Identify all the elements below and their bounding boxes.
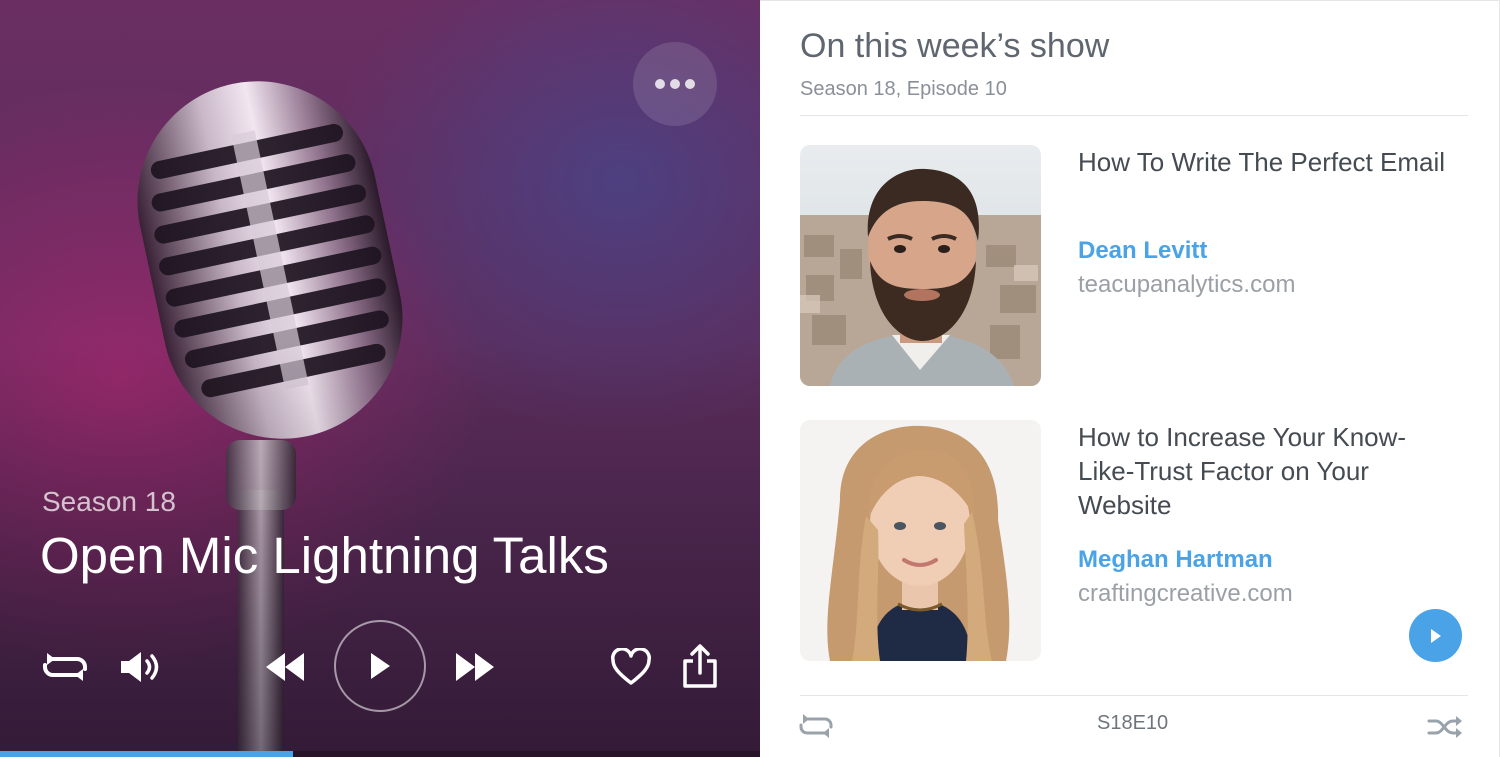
play-episode-button[interactable] (1409, 609, 1462, 662)
guest-name[interactable]: Meghan Hartman (1078, 546, 1273, 574)
more-options-button[interactable] (633, 42, 717, 126)
guest-item[interactable]: How To Write The Perfect Email Dean Levi… (800, 145, 1468, 386)
volume-button[interactable] (118, 645, 164, 689)
play-icon (371, 653, 390, 679)
fast-forward-button[interactable] (452, 645, 498, 689)
now-playing-panel: Season 18 Open Mic Lightning Talks (0, 0, 760, 757)
guest-photo (800, 145, 1041, 386)
talk-title: How To Write The Perfect Email (1078, 147, 1446, 177)
talk-title: How to Increase Your Know-Like-Trust Fac… (1078, 422, 1407, 520)
heart-icon (611, 648, 651, 685)
episode-details-panel: On this week’s show Season 18, Episode 1… (760, 0, 1500, 757)
guest-item[interactable]: How to Increase Your Know-Like-Trust Fac… (800, 420, 1468, 661)
rewind-icon (266, 653, 304, 681)
guest-website[interactable]: teacupanalytics.com (1078, 271, 1295, 299)
panel-heading: On this week’s show (800, 27, 1110, 65)
playback-progress-fill (0, 751, 293, 757)
more-options-icon (655, 79, 695, 89)
fast-forward-icon (456, 653, 494, 681)
play-icon (1430, 628, 1441, 643)
episode-code: S18E10 (1097, 712, 1169, 734)
footer-shuffle-button[interactable] (1427, 715, 1463, 744)
share-icon (683, 644, 717, 688)
guest-website[interactable]: craftingcreative.com (1078, 580, 1293, 608)
playback-progress-bar[interactable] (0, 751, 760, 757)
shuffle-icon (1427, 716, 1462, 738)
episode-title: Open Mic Lightning Talks (40, 527, 609, 584)
guest-name[interactable]: Dean Levitt (1078, 237, 1207, 265)
episode-number: Season 18, Episode 10 (800, 78, 1007, 100)
season-label: Season 18 (42, 486, 176, 517)
repeat-button[interactable] (40, 645, 90, 689)
header-divider (800, 115, 1468, 116)
play-button[interactable] (334, 620, 426, 712)
repeat-icon (43, 653, 87, 681)
share-button[interactable] (680, 642, 720, 690)
like-button[interactable] (608, 644, 654, 690)
footer-repeat-button[interactable] (798, 713, 834, 744)
guest-photo (800, 420, 1041, 661)
repeat-icon (799, 714, 833, 738)
rewind-button[interactable] (262, 645, 308, 689)
footer-divider (800, 695, 1468, 696)
volume-icon (121, 652, 159, 682)
